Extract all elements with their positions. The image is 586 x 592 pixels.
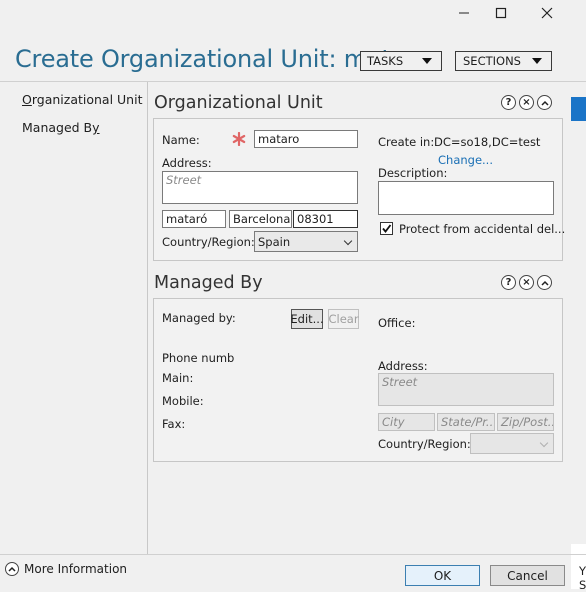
help-icon[interactable]: ? [501, 275, 516, 290]
tasks-button[interactable]: TASKS [360, 51, 442, 71]
description-field[interactable] [378, 181, 554, 215]
fax-label: Fax: [162, 417, 186, 431]
protect-label[interactable]: Protect from accidental del... [399, 222, 565, 236]
street-placeholder: Street [166, 173, 202, 187]
managed-by-label: Managed by: [162, 311, 236, 325]
managed-country-label: Country/Region: [378, 437, 471, 451]
street-field[interactable]: Street [162, 171, 358, 204]
close-icon [541, 7, 553, 19]
maximize-button[interactable] [478, 0, 524, 26]
collapse-icon[interactable] [537, 275, 552, 290]
managed-state-field: State/Pr... [437, 413, 495, 431]
mobile-label: Mobile: [162, 394, 204, 408]
more-information-toggle[interactable]: More Information [5, 562, 127, 576]
close-section-icon[interactable]: × [519, 275, 534, 290]
create-in-label: Create in: [378, 135, 435, 149]
managed-street-field: Street [378, 373, 554, 406]
change-link[interactable]: Change... [438, 153, 493, 167]
name-label: Name: [162, 133, 200, 147]
state-field[interactable]: Barcelona [229, 210, 292, 228]
create-in-value: DC=so18,DC=test [434, 135, 541, 149]
chevron-down-icon [539, 438, 549, 448]
footer-divider [0, 554, 586, 555]
managed-city-field: City [378, 413, 435, 431]
expand-icon [5, 562, 19, 576]
managed-zip-field: Zip/Post... [497, 413, 554, 431]
nav-item-organizational-unit[interactable]: Organizational Unit [22, 92, 142, 107]
nav-item-managed-by[interactable]: Managed By [22, 120, 100, 135]
managed-country-select [470, 433, 554, 454]
ou-section-title: Organizational Unit [154, 93, 323, 113]
country-label: Country/Region: [162, 235, 255, 249]
collapse-icon[interactable] [537, 95, 552, 110]
ou-panel: Name: mataro Address: Street mataró Barc… [153, 118, 565, 261]
managed-panel: Managed by: Edit... Clear Office: Phone … [153, 298, 563, 462]
chevron-down-icon [422, 58, 432, 64]
city-field[interactable]: mataró [162, 210, 226, 228]
phone-label: Phone numb [162, 351, 235, 365]
selection-strip [571, 97, 586, 121]
close-button[interactable] [524, 0, 570, 26]
description-label: Description: [378, 166, 448, 180]
checkmark-icon [382, 224, 392, 233]
edge-text-2: S [579, 578, 586, 592]
close-section-icon[interactable]: × [519, 95, 534, 110]
clear-button[interactable]: Clear [328, 309, 359, 329]
required-asterisk-icon [232, 132, 246, 146]
office-label: Office: [378, 316, 416, 330]
header-divider [0, 81, 586, 82]
chevron-down-icon [343, 236, 353, 246]
help-icon[interactable]: ? [501, 95, 516, 110]
tasks-label: TASKS [367, 54, 404, 68]
background-window-edge: Y S [571, 544, 586, 592]
sections-button[interactable]: SECTIONS [455, 51, 552, 71]
edit-button[interactable]: Edit... [290, 309, 324, 329]
managed-section-title: Managed By [154, 273, 263, 293]
ou-section-controls: ? × [501, 95, 552, 110]
nav-divider [147, 82, 148, 554]
name-input[interactable]: mataro [254, 130, 358, 148]
more-information-label: More Information [24, 562, 128, 576]
chevron-down-icon [532, 58, 542, 64]
protect-checkbox[interactable] [380, 222, 393, 235]
managed-address-label: Address: [378, 359, 428, 373]
edge-text-1: Y [579, 564, 586, 578]
maximize-icon [495, 7, 507, 19]
address-label: Address: [162, 156, 212, 170]
zip-field[interactable]: 08301 [293, 210, 358, 228]
cancel-button[interactable]: Cancel [490, 565, 565, 586]
sections-label: SECTIONS [463, 54, 521, 68]
managed-section-controls: ? × [501, 275, 552, 290]
minimize-icon [459, 12, 469, 14]
country-value: Spain [258, 235, 291, 249]
country-select[interactable]: Spain [254, 231, 358, 252]
ok-button[interactable]: OK [405, 565, 480, 586]
main-label: Main: [162, 371, 194, 385]
